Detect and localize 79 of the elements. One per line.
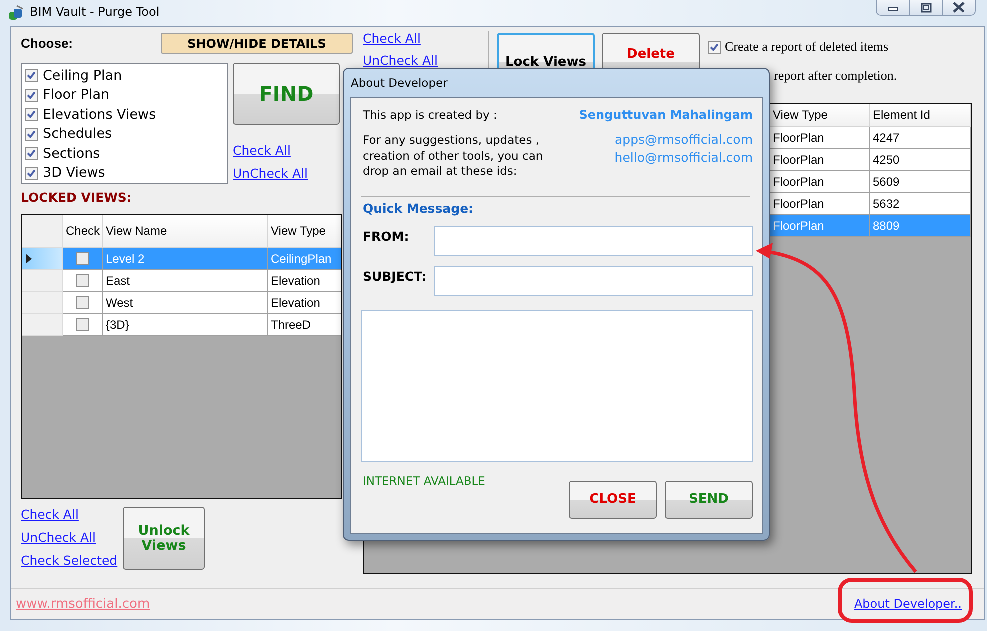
- link[interactable]: Check All: [21, 507, 79, 522]
- checkbox-label: Schedules: [43, 126, 112, 142]
- message-field[interactable]: [361, 310, 753, 462]
- table-cell: 8809: [870, 215, 971, 237]
- column-header[interactable]: View Type: [268, 215, 341, 248]
- unlock-views-button[interactable]: Unlock Views: [123, 507, 205, 570]
- table-cell: FloorPlan: [770, 171, 870, 193]
- column-header[interactable]: View Type: [770, 104, 870, 127]
- connection-status: INTERNET AVAILABLE: [363, 474, 486, 490]
- checkbox[interactable]: [25, 166, 38, 180]
- checkbox[interactable]: [25, 69, 38, 82]
- table-cell: Level 2: [103, 248, 268, 270]
- send-button[interactable]: SEND: [665, 480, 753, 518]
- option-label: report after completion.: [774, 68, 898, 84]
- field-label: FROM:: [363, 228, 410, 244]
- column-header[interactable]: View Name: [103, 215, 268, 248]
- minimize-button[interactable]: [877, 0, 910, 15]
- column-header[interactable]: Element Id: [870, 104, 971, 127]
- about-developer-link[interactable]: About Developer..: [854, 597, 962, 611]
- link[interactable]: Check All: [233, 143, 291, 158]
- app-icon: [8, 5, 24, 21]
- field-label: SUBJECT:: [363, 268, 428, 284]
- link[interactable]: UnCheck All: [21, 530, 96, 545]
- table-cell: Elevation: [268, 292, 341, 314]
- checkbox[interactable]: [76, 318, 89, 331]
- table-row[interactable]: {3D} ThreeD: [22, 314, 341, 336]
- maximize-button[interactable]: [910, 0, 943, 15]
- table-cell: 4250: [870, 149, 971, 171]
- link[interactable]: UnCheck All: [233, 166, 308, 181]
- table-row[interactable]: West Elevation: [22, 292, 341, 314]
- table-cell: 5632: [870, 193, 971, 215]
- section-label: Quick Message:: [363, 200, 475, 216]
- author-name: Senguttuvan Mahalingam: [579, 108, 753, 122]
- checkbox-label: Floor Plan: [43, 87, 110, 104]
- window-title: BIM Vault - Purge Tool: [30, 5, 160, 19]
- section-label: LOCKED VIEWS:: [21, 190, 133, 205]
- row-pointer-icon: [25, 252, 33, 264]
- checkbox-label: Ceiling Plan: [43, 68, 122, 84]
- table-cell: FloorPlan: [770, 193, 870, 215]
- table-cell: {3D}: [103, 314, 268, 336]
- close-icon: [952, 2, 966, 13]
- link[interactable]: Check Selected: [21, 553, 118, 568]
- close-button[interactable]: [943, 0, 975, 15]
- table-cell: CeilingPlan: [268, 248, 341, 270]
- checkbox[interactable]: [25, 128, 38, 141]
- checkbox[interactable]: [25, 88, 38, 102]
- checkbox[interactable]: [708, 40, 721, 54]
- close-button[interactable]: CLOSE: [569, 480, 657, 518]
- dialog-title: About Developer: [351, 76, 448, 90]
- column-header[interactable]: Check: [63, 215, 103, 248]
- checkbox[interactable]: [25, 147, 38, 160]
- option-label: Create a report of deleted items: [725, 39, 889, 55]
- input-field[interactable]: [434, 226, 753, 256]
- created-by-label: This app is created by :: [363, 108, 498, 122]
- checkbox-label: Sections: [43, 146, 100, 162]
- table-cell: West: [103, 292, 268, 314]
- input-field[interactable]: [434, 266, 753, 296]
- table-cell: 4247: [870, 127, 971, 149]
- checkbox[interactable]: [76, 274, 89, 287]
- table-cell: East: [103, 270, 268, 292]
- checkbox-label: Elevations Views: [43, 106, 156, 123]
- table-cell: FloorPlan: [770, 149, 870, 171]
- contact-text: For any suggestions, updates , creation of other tools, you can drop an email at these ids:: [363, 133, 544, 180]
- checkbox-label: 3D Views: [43, 165, 106, 182]
- table-cell: Elevation: [268, 270, 341, 292]
- table-cell: 5609: [870, 171, 971, 193]
- choose-label: Choose:: [21, 36, 73, 51]
- table-cell: ThreeD: [268, 314, 341, 336]
- table-cell: FloorPlan: [770, 215, 870, 237]
- link[interactable]: UnCheck All: [363, 53, 438, 68]
- link[interactable]: Check All: [363, 31, 421, 46]
- checkbox[interactable]: [25, 108, 38, 122]
- show-hide-details-button[interactable]: SHOW/HIDE DETAILS: [161, 33, 353, 54]
- checkbox[interactable]: [76, 296, 89, 309]
- table-cell: FloorPlan: [770, 127, 870, 149]
- checkbox[interactable]: [76, 252, 89, 265]
- find-button[interactable]: FIND: [233, 63, 340, 125]
- maximize-icon: [920, 2, 932, 12]
- table-row[interactable]: East Elevation: [22, 270, 341, 292]
